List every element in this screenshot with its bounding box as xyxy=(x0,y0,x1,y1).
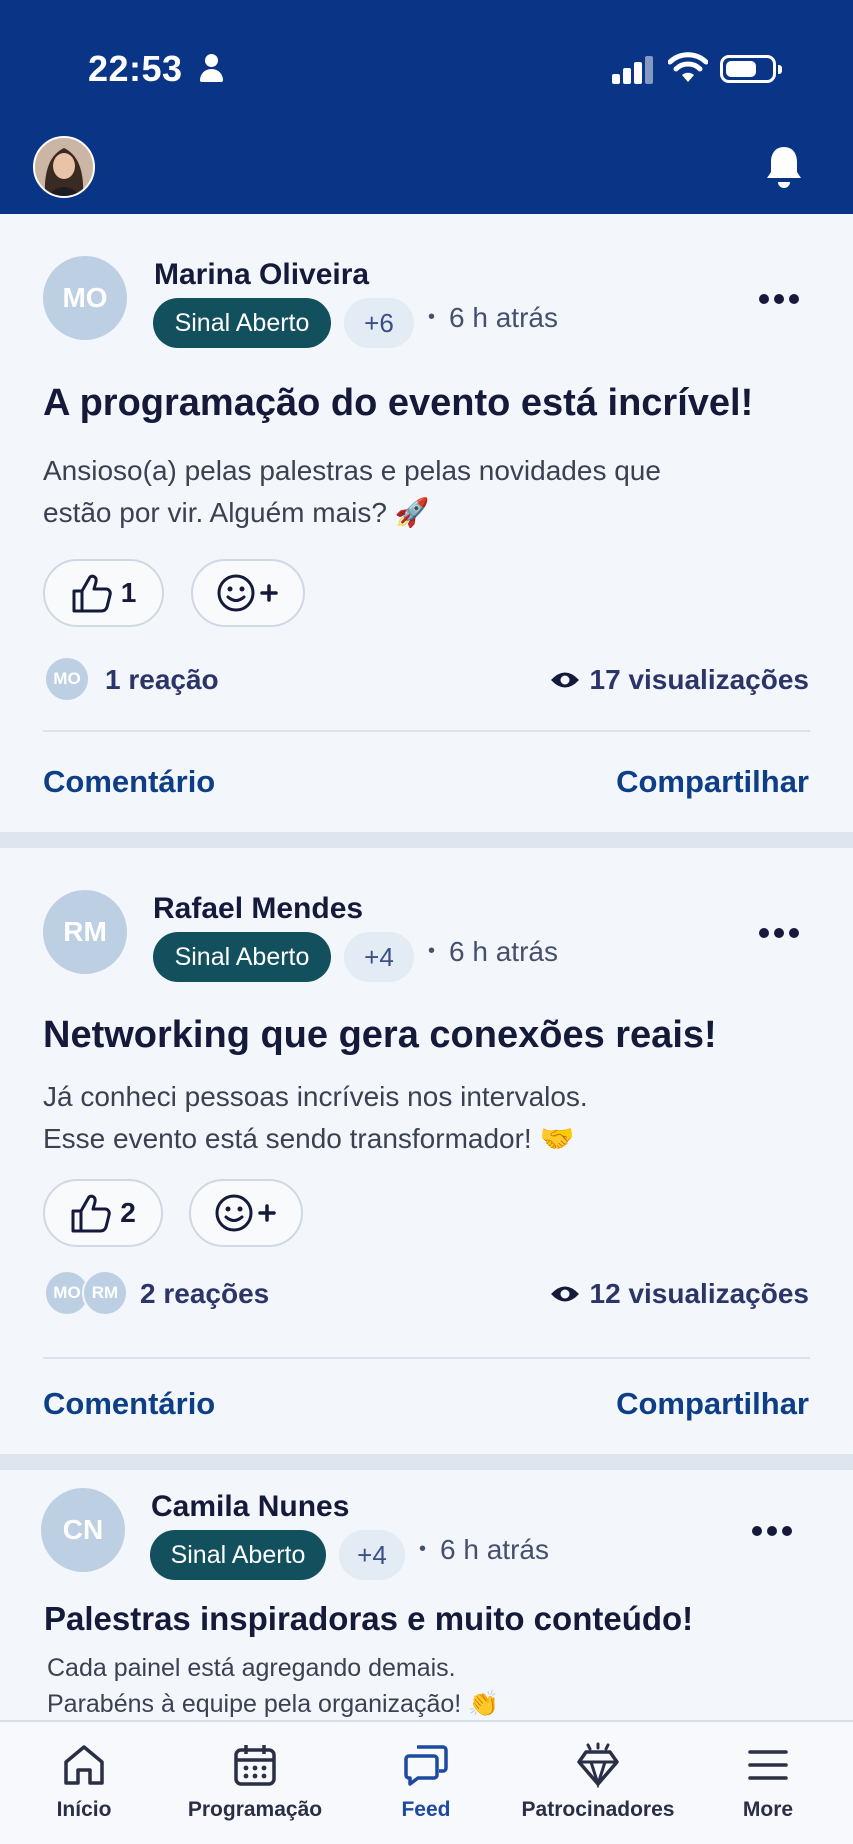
thumbs-up-icon xyxy=(72,574,112,613)
add-reaction-button[interactable] xyxy=(189,1179,303,1247)
views-summary: 12 visualizações xyxy=(550,1278,809,1310)
comment-button[interactable]: Comentário xyxy=(43,1386,215,1422)
more-options-icon[interactable] xyxy=(757,292,801,306)
battery-icon xyxy=(720,55,782,83)
reactions-summary[interactable]: 2 reações xyxy=(140,1278,269,1310)
tag-chip[interactable]: Sinal Aberto xyxy=(153,932,331,982)
thumbs-up-icon xyxy=(71,1194,111,1233)
divider xyxy=(43,730,810,732)
bell-icon[interactable] xyxy=(764,144,804,190)
post-body: Ansioso(a) pelas palestras e pelas novid… xyxy=(43,450,661,534)
diamond-icon xyxy=(577,1742,619,1788)
tab-label: Início xyxy=(56,1798,112,1821)
chat-bubbles-icon xyxy=(404,1745,448,1786)
like-count: 1 xyxy=(120,577,137,608)
cellular-signal-icon xyxy=(612,56,654,84)
author-avatar[interactable]: RM xyxy=(43,890,127,974)
post-body-line: Ansioso(a) pelas palestras e pelas novid… xyxy=(43,455,661,486)
post-body-line: Cada painel está agregando demais. xyxy=(47,1654,456,1682)
post-title: Networking que gera conexões reais! xyxy=(43,1014,717,1056)
like-count: 2 xyxy=(120,1197,136,1228)
tab-feed[interactable]: Feed xyxy=(386,1722,466,1844)
author-name[interactable]: Camila Nunes xyxy=(151,1490,349,1524)
author-name[interactable]: Rafael Mendes xyxy=(153,892,363,926)
views-count: 17 visualizações xyxy=(589,664,809,695)
post-card: RM Rafael Mendes Sinal Aberto +4 6 h atr… xyxy=(0,848,853,1454)
post-card: CN Camila Nunes Sinal Aberto +4 6 h atrá… xyxy=(0,1470,853,1720)
post-title: Palestras inspiradoras e muito conteúdo! xyxy=(44,1600,694,1637)
post-body-line: Já conheci pessoas incríveis nos interva… xyxy=(43,1081,588,1112)
eye-icon xyxy=(550,1286,579,1302)
post-card: MO Marina Oliveira Sinal Aberto +6 6 h a… xyxy=(0,214,853,832)
tab-label: Feed xyxy=(401,1798,451,1821)
add-emoji-icon xyxy=(215,1194,276,1232)
calendar-icon xyxy=(234,1745,276,1786)
more-options-icon[interactable] xyxy=(750,1524,794,1538)
reactions-summary[interactable]: 1 reação xyxy=(105,664,219,696)
menu-icon xyxy=(748,1750,788,1780)
reactor-avatar: RM xyxy=(82,1270,128,1316)
author-name[interactable]: Marina Oliveira xyxy=(154,258,369,292)
like-button[interactable]: 1 xyxy=(43,559,164,627)
extra-tags-chip[interactable]: +4 xyxy=(344,932,414,982)
post-body-line: estão por vir. Alguém mais? 🚀 xyxy=(43,497,430,528)
status-time: 22:53 xyxy=(88,48,183,89)
like-button[interactable]: 2 xyxy=(43,1179,163,1247)
post-body-line: Parabéns à equipe pela organização! 👏 xyxy=(47,1690,500,1718)
tag-chip[interactable]: Sinal Aberto xyxy=(153,298,331,348)
tab-inicio[interactable]: Início xyxy=(44,1722,124,1844)
comment-button[interactable]: Comentário xyxy=(43,764,215,800)
eye-icon xyxy=(550,672,579,688)
author-avatar[interactable]: CN xyxy=(41,1488,125,1572)
tab-programacao[interactable]: Programação xyxy=(184,1722,326,1844)
share-button[interactable]: Compartilhar xyxy=(616,764,809,800)
person-status-icon xyxy=(198,54,224,84)
post-body: Cada painel está agregando demais. Parab… xyxy=(47,1650,499,1722)
post-body: Já conheci pessoas incríveis nos interva… xyxy=(43,1076,588,1160)
share-button[interactable]: Compartilhar xyxy=(616,1386,809,1422)
tab-label: Programação xyxy=(187,1798,323,1821)
reactor-avatar: MO xyxy=(44,656,90,702)
tab-label: Patrocinadores xyxy=(521,1798,675,1821)
profile-avatar[interactable] xyxy=(33,136,95,198)
extra-tags-chip[interactable]: +4 xyxy=(339,1530,405,1580)
tab-patrocinadores[interactable]: Patrocinadores xyxy=(514,1722,682,1844)
tab-label: More xyxy=(742,1798,794,1821)
post-body-line: Esse evento está sendo transformador! 🤝 xyxy=(43,1123,575,1154)
tag-chip[interactable]: Sinal Aberto xyxy=(150,1530,326,1580)
home-icon xyxy=(64,1745,104,1785)
more-options-icon[interactable] xyxy=(757,926,801,940)
post-time: 6 h atrás xyxy=(428,302,558,334)
bottom-tab-bar: Início Programação Feed Patrocinadores M… xyxy=(0,1720,853,1844)
tab-more[interactable]: More xyxy=(728,1722,808,1844)
extra-tags-chip[interactable]: +6 xyxy=(344,298,414,348)
add-reaction-button[interactable] xyxy=(191,559,305,627)
post-time: 6 h atrás xyxy=(428,936,558,968)
post-time: 6 h atrás xyxy=(419,1534,549,1566)
add-emoji-icon xyxy=(217,574,278,612)
views-count: 12 visualizações xyxy=(589,1278,809,1309)
app-header: 22:53 xyxy=(0,0,853,214)
author-avatar[interactable]: MO xyxy=(43,256,127,340)
views-summary: 17 visualizações xyxy=(550,664,809,696)
post-title: A programação do evento está incrível! xyxy=(43,382,754,424)
divider xyxy=(43,1357,810,1359)
wifi-icon xyxy=(668,52,708,82)
